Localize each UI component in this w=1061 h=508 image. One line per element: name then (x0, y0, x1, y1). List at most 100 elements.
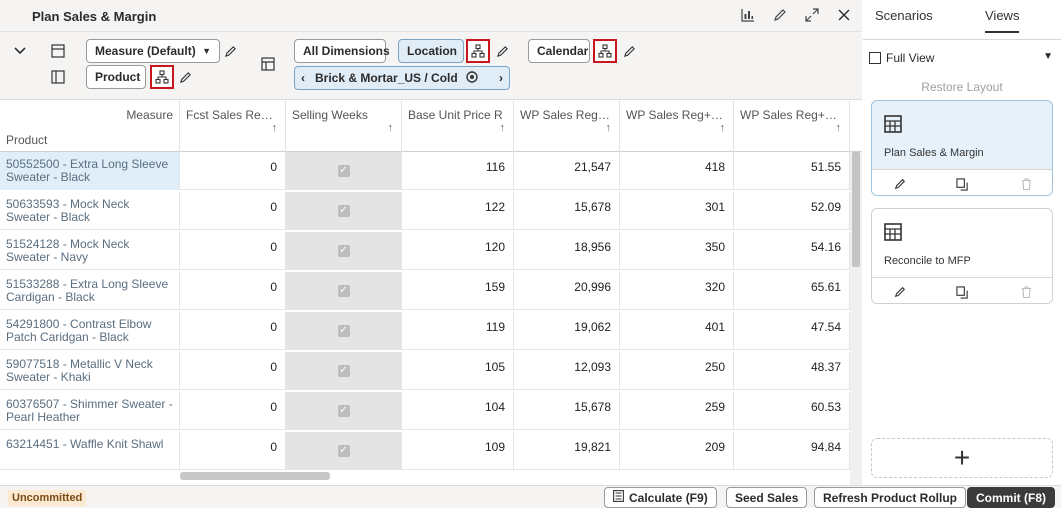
value-cell[interactable]: 0 (180, 312, 286, 350)
column-header[interactable]: Base Unit Price R ↑ (402, 100, 514, 152)
rows-layout-icon[interactable] (50, 43, 66, 59)
columns-layout-icon[interactable] (50, 69, 66, 85)
value-cell[interactable]: 109 (402, 432, 514, 470)
value-cell[interactable]: 104 (402, 392, 514, 430)
value-cell[interactable]: 250 (620, 352, 734, 390)
next-location-icon[interactable]: › (499, 71, 503, 85)
duplicate-icon[interactable] (954, 284, 970, 300)
selling-weeks-cell[interactable]: ✓ (286, 352, 402, 390)
product-dimension-button[interactable]: Product (86, 65, 146, 89)
product-edit-icon[interactable] (177, 69, 193, 85)
tab-views[interactable]: Views (985, 8, 1020, 33)
location-edit-icon[interactable] (494, 43, 510, 59)
edit-icon[interactable] (892, 176, 908, 192)
product-cell[interactable]: 59077518 - Metallic V Neck Sweater - Kha… (0, 352, 180, 390)
value-cell[interactable]: 0 (180, 232, 286, 270)
selling-weeks-cell[interactable]: ✓ (286, 232, 402, 270)
value-cell[interactable]: 105 (402, 352, 514, 390)
checkbox-icon[interactable]: ✓ (337, 445, 350, 457)
chart-icon[interactable] (740, 7, 756, 23)
value-cell[interactable]: 94.84 (734, 432, 850, 470)
calendar-edit-icon[interactable] (621, 43, 637, 59)
value-cell[interactable]: 159 (402, 272, 514, 310)
vertical-scrollbar[interactable] (850, 152, 862, 485)
value-cell[interactable]: 51.55 (734, 152, 850, 190)
product-cell[interactable]: 54291800 - Contrast Elbow Patch Caridgan… (0, 312, 180, 350)
checkbox-icon[interactable]: ✓ (337, 165, 350, 177)
column-header[interactable]: Fcst Sales Reg+P...↑ (180, 100, 286, 152)
edit-icon[interactable] (892, 284, 908, 300)
product-cell[interactable]: 60376507 - Shimmer Sweater - Pearl Heath… (0, 392, 180, 430)
value-cell[interactable]: 54.16 (734, 232, 850, 270)
commit-button[interactable]: Commit (F8) (967, 487, 1055, 508)
selling-weeks-cell[interactable]: ✓ (286, 432, 402, 470)
checkbox-icon[interactable]: ✓ (337, 205, 350, 217)
target-icon[interactable] (466, 70, 478, 86)
value-cell[interactable]: 401 (620, 312, 734, 350)
value-cell[interactable]: 15,678 (514, 392, 620, 430)
expand-icon[interactable] (804, 7, 820, 23)
value-cell[interactable]: 122 (402, 192, 514, 230)
product-hierarchy-icon[interactable] (150, 65, 174, 89)
horizontal-scroll-thumb[interactable] (180, 472, 330, 480)
value-cell[interactable]: 20,996 (514, 272, 620, 310)
tab-scenarios[interactable]: Scenarios (875, 8, 933, 23)
value-cell[interactable]: 15,678 (514, 192, 620, 230)
duplicate-icon[interactable] (954, 176, 970, 192)
value-cell[interactable]: 350 (620, 232, 734, 270)
location-dimension-button[interactable]: Location (398, 39, 464, 63)
value-cell[interactable]: 0 (180, 432, 286, 470)
collapse-chevron-icon[interactable] (12, 43, 28, 59)
calculate-button[interactable]: Calculate (F9) (604, 487, 717, 508)
selling-weeks-cell[interactable]: ✓ (286, 192, 402, 230)
selling-weeks-cell[interactable]: ✓ (286, 272, 402, 310)
view-card[interactable]: Reconcile to MFP (871, 208, 1053, 304)
measure-edit-icon[interactable] (222, 43, 238, 59)
product-cell[interactable]: 51524128 - Mock Neck Sweater - Navy (0, 232, 180, 270)
product-cell[interactable]: 51533288 - Extra Long Sleeve Cardigan - … (0, 272, 180, 310)
checkbox-icon[interactable]: ✓ (337, 405, 350, 417)
selling-weeks-cell[interactable]: ✓ (286, 312, 402, 350)
checkbox-icon[interactable]: ✓ (337, 245, 350, 257)
scroll-thumb[interactable] (852, 152, 860, 267)
value-cell[interactable]: 19,062 (514, 312, 620, 350)
value-cell[interactable]: 47.54 (734, 312, 850, 350)
value-cell[interactable]: 65.61 (734, 272, 850, 310)
value-cell[interactable]: 119 (402, 312, 514, 350)
edit-icon[interactable] (772, 7, 788, 23)
value-cell[interactable]: 19,821 (514, 432, 620, 470)
value-cell[interactable]: 0 (180, 272, 286, 310)
location-hierarchy-icon[interactable] (466, 39, 490, 63)
checkbox-icon[interactable]: ✓ (337, 365, 350, 377)
prev-location-icon[interactable]: ‹ (301, 71, 305, 85)
value-cell[interactable]: 259 (620, 392, 734, 430)
value-cell[interactable]: 18,956 (514, 232, 620, 270)
column-header[interactable]: WP Sales Reg+Pr...↑ (734, 100, 850, 152)
value-cell[interactable]: 0 (180, 392, 286, 430)
value-cell[interactable]: 60.53 (734, 392, 850, 430)
view-card[interactable]: Plan Sales & Margin (871, 100, 1053, 196)
column-header[interactable]: WP Sales Reg+Pr...↑ (514, 100, 620, 152)
calendar-hierarchy-icon[interactable] (593, 39, 617, 63)
value-cell[interactable]: 0 (180, 152, 286, 190)
value-cell[interactable]: 418 (620, 152, 734, 190)
pivot-icon[interactable] (260, 56, 276, 72)
calendar-dimension-button[interactable]: Calendar (528, 39, 590, 63)
selling-weeks-cell[interactable]: ✓ (286, 392, 402, 430)
full-view-checkbox[interactable] (869, 52, 881, 64)
value-cell[interactable]: 0 (180, 352, 286, 390)
product-cell[interactable]: 50552500 - Extra Long Sleeve Sweater - B… (0, 152, 180, 190)
column-header[interactable]: Selling Weeks ↑ (286, 100, 402, 152)
value-cell[interactable]: 48.37 (734, 352, 850, 390)
refresh-product-rollup-button[interactable]: Refresh Product Rollup (814, 487, 967, 508)
value-cell[interactable]: 209 (620, 432, 734, 470)
selling-weeks-cell[interactable]: ✓ (286, 152, 402, 190)
measure-dropdown[interactable]: Measure (Default) ▼ (86, 39, 220, 63)
product-cell[interactable]: 50633593 - Mock Neck Sweater - Black (0, 192, 180, 230)
restore-layout-link[interactable]: Restore Layout (863, 80, 1061, 94)
checkbox-icon[interactable]: ✓ (337, 325, 350, 337)
value-cell[interactable]: 301 (620, 192, 734, 230)
value-cell[interactable]: 12,093 (514, 352, 620, 390)
full-view-select[interactable]: Full View ▼ (869, 46, 1059, 70)
all-dimensions-button[interactable]: All Dimensions (294, 39, 390, 63)
